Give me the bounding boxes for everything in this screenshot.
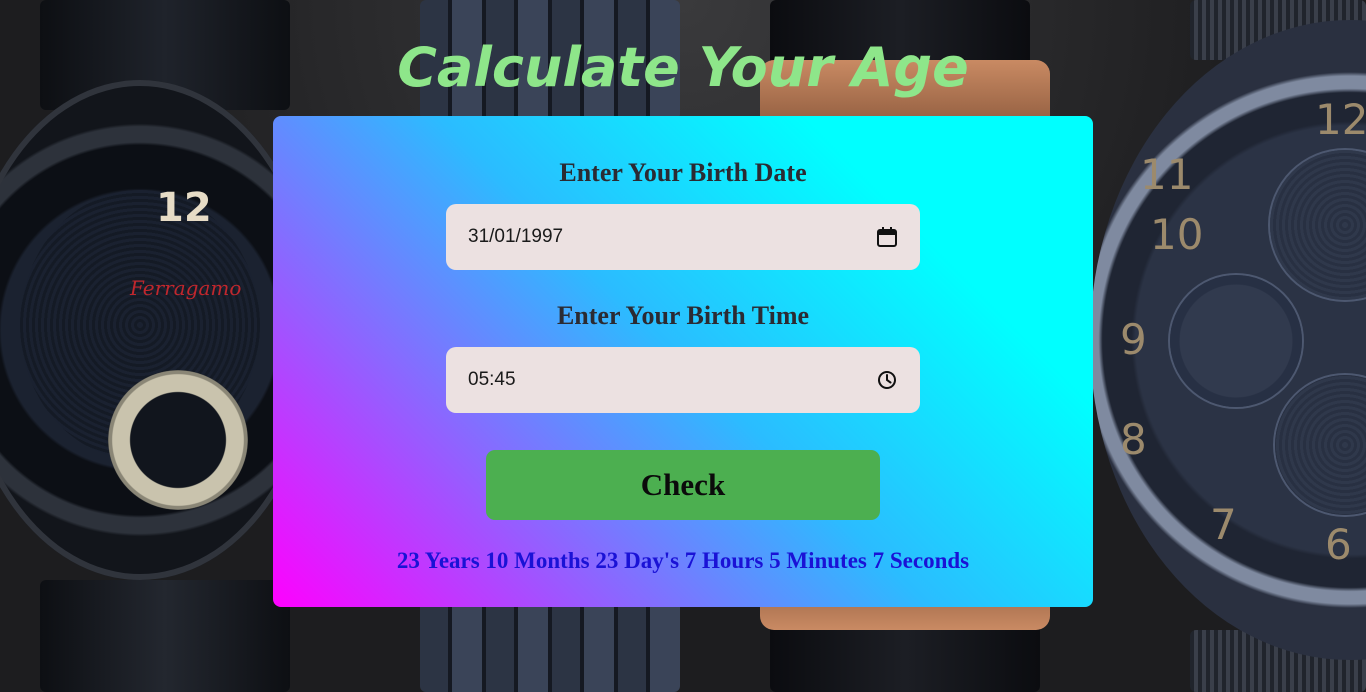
birth-date-label: Enter Your Birth Date xyxy=(559,158,807,187)
watch-numeral: 8 xyxy=(1120,415,1147,464)
watch-subdial xyxy=(1270,150,1366,300)
calendar-icon[interactable] xyxy=(876,226,898,248)
clock-icon[interactable] xyxy=(876,369,898,391)
watch-numeral: 7 xyxy=(1210,500,1237,549)
watch-numeral: 9 xyxy=(1120,315,1147,364)
left-watch-image: 12 Ferragamo xyxy=(0,80,320,580)
watch-numeral: 11 xyxy=(1140,150,1194,199)
watch-brand-logo: Ferragamo xyxy=(130,276,242,300)
birth-time-value: 05:45 xyxy=(468,369,516,390)
watch-subdial xyxy=(1275,375,1366,515)
watch-numeral: 10 xyxy=(1150,210,1204,259)
right-watch-image: 11 10 9 8 7 12 6 xyxy=(1090,20,1366,660)
birth-time-input[interactable]: 05:45 xyxy=(446,347,920,413)
watch-strap xyxy=(40,580,290,692)
birth-date-input[interactable]: 31/01/1997 xyxy=(446,204,920,270)
watch-subdial xyxy=(1170,275,1302,407)
watch-subdial xyxy=(108,370,248,510)
watch-numeral: 6 xyxy=(1325,520,1352,569)
birth-time-label: Enter Your Birth Time xyxy=(556,301,810,330)
page-title: Calculate Your Age xyxy=(397,36,969,99)
birth-date-value: 31/01/1997 xyxy=(468,226,564,247)
age-calculator-card: Enter Your Birth Date 31/01/1997 Enter Y… xyxy=(273,116,1093,607)
check-button[interactable]: Check xyxy=(486,450,880,520)
watch-numeral: 12 xyxy=(156,185,212,231)
age-result-text: 23 Years 10 Months 23 Day's 7 Hours 5 Mi… xyxy=(396,548,970,573)
